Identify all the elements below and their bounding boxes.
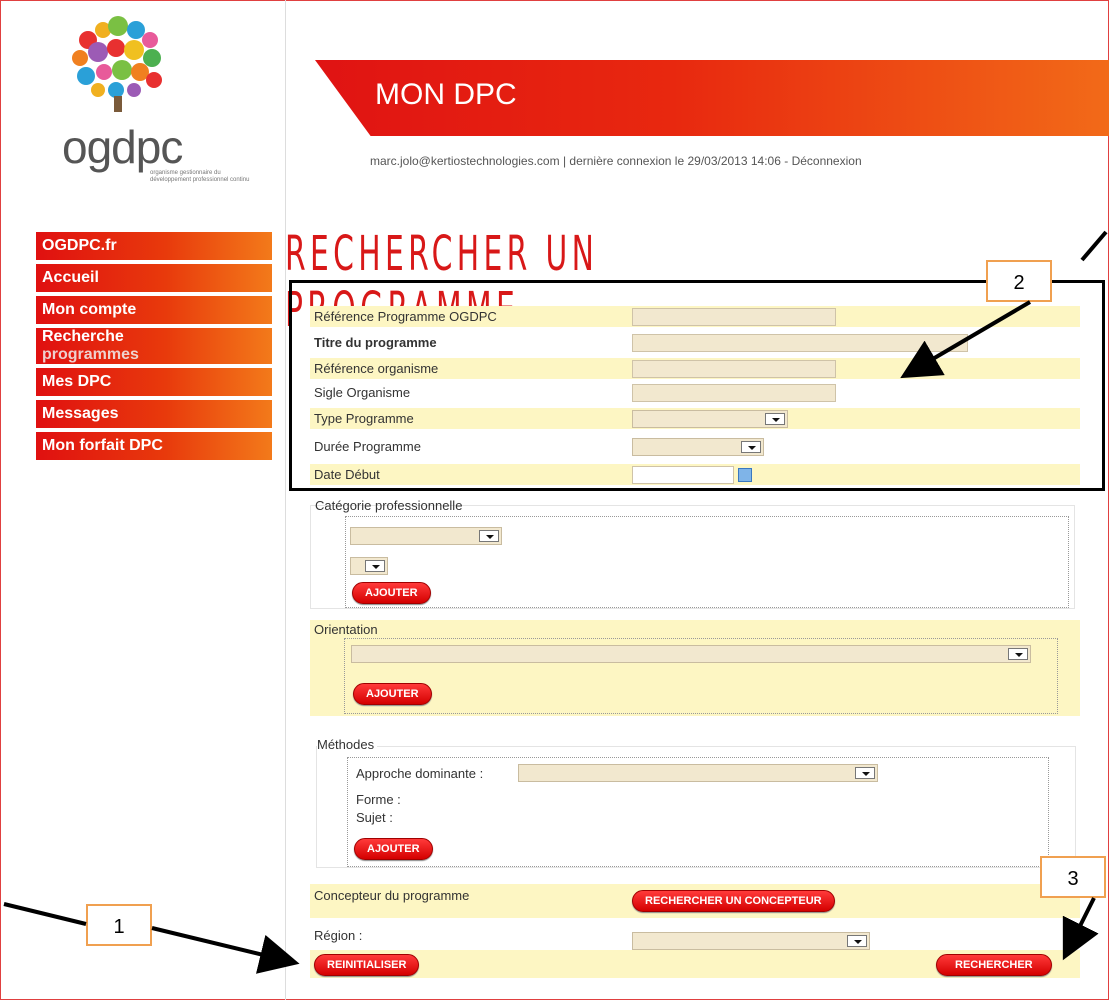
- chevron-down-icon: [479, 530, 499, 542]
- sidebar-nav: OGDPC.fr Accueil Mon compte Recherche pr…: [36, 232, 272, 464]
- callout-1: 1: [86, 904, 152, 946]
- chevron-down-icon: [1008, 648, 1028, 660]
- sidebar-item-mon-compte[interactable]: Mon compte: [36, 296, 272, 324]
- methodes-legend: Méthodes: [317, 737, 378, 752]
- header-title: MON DPC: [375, 78, 517, 111]
- logo-tagline: organisme gestionnaire du développement …: [150, 170, 250, 183]
- forme-label: Forme :: [356, 792, 401, 807]
- categorie-add-button[interactable]: AJOUTER: [352, 582, 431, 604]
- sidebar-item-mes-dpc[interactable]: Mes DPC: [36, 368, 272, 396]
- categorie-subselect[interactable]: [350, 557, 388, 575]
- arrow-2-tail: [1080, 230, 1108, 262]
- sidebar-item-ogdpc[interactable]: OGDPC.fr: [36, 232, 272, 260]
- search-button[interactable]: RECHERCHER: [936, 954, 1052, 976]
- sidebar: ogdpc organisme gestionnaire du développ…: [0, 0, 286, 1000]
- ogdpc-logo[interactable]: ogdpc organisme gestionnaire du développ…: [28, 10, 249, 185]
- sidebar-item-forfait[interactable]: Mon forfait DPC: [36, 432, 272, 460]
- header-banner: MON DPC: [315, 60, 1109, 136]
- user-info: marc.jolo@kertiostechnologies.com | dern…: [370, 154, 862, 168]
- methodes-box: Approche dominante : Forme : Sujet : AJO…: [347, 757, 1049, 867]
- approche-select[interactable]: [518, 764, 878, 782]
- region-label: Région :: [314, 928, 363, 943]
- reset-button[interactable]: REINITIALISER: [314, 954, 420, 976]
- search-concepteur-button[interactable]: RECHERCHER UN CONCEPTEUR: [632, 890, 835, 912]
- categorie-select[interactable]: [350, 527, 502, 545]
- orientation-section: Orientation AJOUTER: [310, 620, 1080, 716]
- chevron-down-icon: [855, 767, 875, 779]
- categorie-section: Catégorie professionnelle AJOUTER: [310, 498, 1075, 609]
- last-login: | dernière connexion le 29/03/2013 14:06…: [562, 154, 789, 168]
- row-region: Région :: [310, 926, 1080, 950]
- orientation-box: AJOUTER: [344, 638, 1058, 714]
- categorie-box: AJOUTER: [345, 516, 1069, 608]
- sidebar-item-recherche-sub: programmes: [42, 346, 139, 363]
- logo-wordmark: ogdpc: [62, 121, 183, 173]
- highlight-box: [289, 280, 1105, 491]
- user-email: marc.jolo@kertiostechnologies.com: [370, 154, 560, 168]
- callout-2: 2: [986, 260, 1052, 302]
- methodes-add-button[interactable]: AJOUTER: [354, 838, 433, 860]
- sidebar-item-recherche-label: Recherche: [42, 328, 124, 345]
- sidebar-item-recherche[interactable]: Recherche programmes: [36, 328, 272, 364]
- chevron-down-icon: [847, 935, 867, 947]
- categorie-legend: Catégorie professionnelle: [315, 498, 463, 513]
- sidebar-item-messages[interactable]: Messages: [36, 400, 272, 428]
- orientation-select[interactable]: [351, 645, 1031, 663]
- callout-3: 3: [1040, 856, 1106, 898]
- region-select[interactable]: [632, 932, 870, 950]
- logout-link[interactable]: Déconnexion: [792, 154, 862, 168]
- orientation-add-button[interactable]: AJOUTER: [353, 683, 432, 705]
- orientation-legend: Orientation: [314, 622, 378, 637]
- row-concepteur: Concepteur du programme RECHERCHER UN CO…: [310, 884, 1080, 918]
- logo-tree-icon: [72, 16, 162, 112]
- chevron-down-icon: [365, 560, 385, 572]
- sujet-label: Sujet :: [356, 810, 393, 825]
- approche-label: Approche dominante :: [356, 766, 484, 781]
- row-actions: REINITIALISER RECHERCHER: [310, 950, 1080, 978]
- sidebar-item-accueil[interactable]: Accueil: [36, 264, 272, 292]
- methodes-section: Méthodes Approche dominante : Forme : Su…: [316, 737, 1076, 868]
- concepteur-label: Concepteur du programme: [314, 888, 470, 903]
